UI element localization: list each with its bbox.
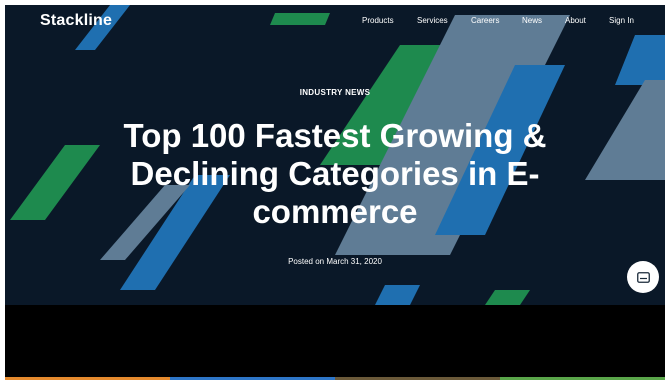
loading-color-bar — [5, 377, 665, 382]
article-category[interactable]: INDUSTRY NEWS — [5, 88, 665, 97]
color-bar-brown — [335, 377, 500, 380]
nav-item-about[interactable]: About — [565, 16, 586, 25]
nav-item-services[interactable]: Services — [417, 16, 448, 25]
message-icon — [636, 271, 650, 283]
color-bar-green — [500, 377, 665, 380]
nav-item-news[interactable]: News — [522, 16, 542, 25]
chat-button[interactable] — [627, 261, 659, 293]
nav-item-careers[interactable]: Careers — [471, 16, 499, 25]
browser-viewport: Stackline Products Services Careers News… — [5, 5, 665, 377]
site-logo[interactable]: Stackline — [40, 12, 112, 30]
color-bar-orange — [5, 377, 170, 380]
nav-item-sign-in[interactable]: Sign In — [609, 16, 634, 25]
article-title: Top 100 Fastest Growing & Declining Cate… — [123, 117, 547, 230]
hero-banner: Stackline Products Services Careers News… — [5, 5, 665, 305]
nav-item-products[interactable]: Products — [362, 16, 394, 25]
article-date: Posted on March 31, 2020 — [288, 257, 382, 266]
color-bar-blue — [170, 377, 335, 380]
